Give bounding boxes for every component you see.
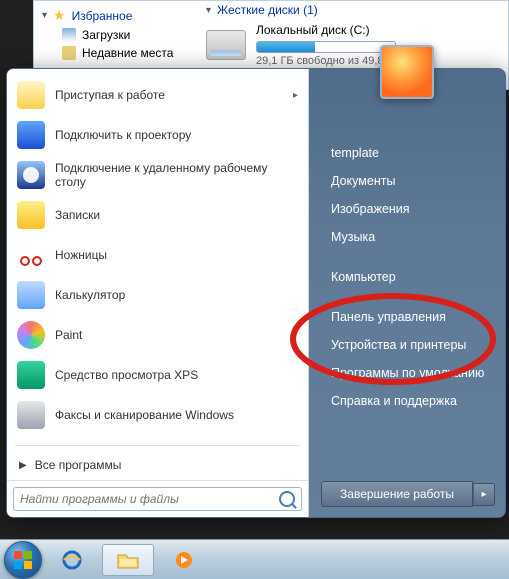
program-label: Приступая к работе <box>55 88 165 102</box>
program-item[interactable]: Ножницы <box>7 235 308 275</box>
favorites-item-label: Загрузки <box>82 28 130 42</box>
media-player-icon <box>172 550 196 570</box>
program-item[interactable]: Экранная лупа <box>7 435 308 441</box>
favorites-item-recent[interactable]: Недавние места <box>34 44 194 62</box>
disk-usage-bar <box>256 41 396 53</box>
disk-free-text: 29,1 ГБ свободно из 49,8 ГБ <box>256 55 498 67</box>
taskbar-item-explorer[interactable] <box>102 544 154 576</box>
program-label: Подключить к проектору <box>55 128 191 142</box>
search-icon <box>279 491 295 507</box>
ic-scis-icon <box>17 241 45 269</box>
all-programs-label: Все программы <box>35 458 122 472</box>
right-menu-item[interactable]: Программы по умолчанию <box>327 359 493 387</box>
hard-disk-icon <box>206 30 246 60</box>
program-label: Средство просмотра XPS <box>55 368 198 382</box>
right-menu-item[interactable]: template <box>327 139 493 167</box>
program-label: Записки <box>55 208 100 222</box>
program-item[interactable]: Приступая к работе <box>7 75 308 115</box>
taskbar-item-media-player[interactable] <box>158 544 210 576</box>
program-label: Paint <box>55 328 82 342</box>
shutdown-label: Завершение работы <box>340 487 454 501</box>
disk-name: Локальный диск (C:) <box>256 23 498 37</box>
search-input[interactable] <box>20 492 279 506</box>
start-button[interactable] <box>4 541 42 579</box>
program-item[interactable]: Подключение к удаленному рабочему столу <box>7 155 308 195</box>
program-item[interactable]: Записки <box>7 195 308 235</box>
triangle-right-icon: ▶ <box>19 460 27 471</box>
downloads-icon <box>62 28 76 42</box>
ic-xps-icon <box>17 361 45 389</box>
program-item[interactable]: Подключить к проектору <box>7 115 308 155</box>
taskbar-item-ie[interactable] <box>46 544 98 576</box>
chevron-down-icon: ▾ <box>206 5 211 16</box>
windows-logo-icon <box>13 550 33 570</box>
star-icon: ★ <box>53 7 66 24</box>
program-item[interactable]: Средство просмотра XPS <box>7 355 308 395</box>
program-item[interactable]: Калькулятор <box>7 275 308 315</box>
disks-group-header[interactable]: ▾ Жесткие диски (1) <box>206 3 498 17</box>
program-label: Калькулятор <box>55 288 125 302</box>
ic-fax-icon <box>17 401 45 429</box>
separator <box>327 291 493 303</box>
disk-info: Локальный диск (C:) 29,1 ГБ свободно из … <box>256 23 498 67</box>
separator <box>15 445 300 446</box>
shutdown-area: Завершение работы ▸ <box>321 481 495 507</box>
ic-paint-icon <box>17 321 45 349</box>
ie-icon <box>60 550 84 570</box>
program-label: Факсы и сканирование Windows <box>55 408 234 422</box>
favorites-label: Избранное <box>72 9 133 23</box>
shutdown-options-button[interactable]: ▸ <box>473 483 495 506</box>
shutdown-button[interactable]: Завершение работы <box>321 481 473 507</box>
favorites-item-label: Недавние места <box>82 46 173 60</box>
ic-proj-icon <box>17 121 45 149</box>
right-menu-item[interactable]: Компьютер <box>327 263 493 291</box>
search-area <box>7 480 308 517</box>
start-menu-left-pane: Приступая к работе Подключить к проектору… <box>7 69 309 517</box>
user-picture[interactable] <box>380 45 434 99</box>
favorites-header[interactable]: ▾ ★ Избранное <box>34 5 194 26</box>
disks-header-label: Жесткие диски (1) <box>217 3 318 17</box>
pinned-programs-list: Приступая к работе Подключить к проектору… <box>7 69 308 441</box>
ic-calc-icon <box>17 281 45 309</box>
program-label: Ножницы <box>55 248 107 262</box>
program-item[interactable]: Факсы и сканирование Windows <box>7 395 308 435</box>
right-menu-item[interactable]: Изображения <box>327 195 493 223</box>
chevron-down-icon: ▾ <box>42 10 47 21</box>
separator <box>327 251 493 263</box>
program-label: Подключение к удаленному рабочему столу <box>55 161 298 189</box>
favorites-item-downloads[interactable]: Загрузки <box>34 26 194 44</box>
right-menu-item[interactable]: Устройства и принтеры <box>327 331 493 359</box>
right-menu-item[interactable]: Музыка <box>327 223 493 251</box>
ic-start-icon <box>17 81 45 109</box>
folder-icon <box>116 550 140 570</box>
recent-icon <box>62 46 76 60</box>
search-box[interactable] <box>13 487 302 511</box>
program-item[interactable]: Paint <box>7 315 308 355</box>
right-menu-item[interactable]: Справка и поддержка <box>327 387 493 415</box>
all-programs[interactable]: ▶ Все программы <box>7 450 308 480</box>
taskbar <box>0 539 509 579</box>
start-menu-right-pane: templateДокументыИзображенияМузыка Компью… <box>309 69 505 517</box>
right-menu-item[interactable]: Панель управления <box>327 303 493 331</box>
start-menu: Приступая к работе Подключить к проектору… <box>6 68 506 518</box>
ic-notes-icon <box>17 201 45 229</box>
disk-item[interactable]: Локальный диск (C:) 29,1 ГБ свободно из … <box>206 23 498 67</box>
right-menu-item[interactable]: Документы <box>327 167 493 195</box>
ic-rdp-icon <box>17 161 45 189</box>
